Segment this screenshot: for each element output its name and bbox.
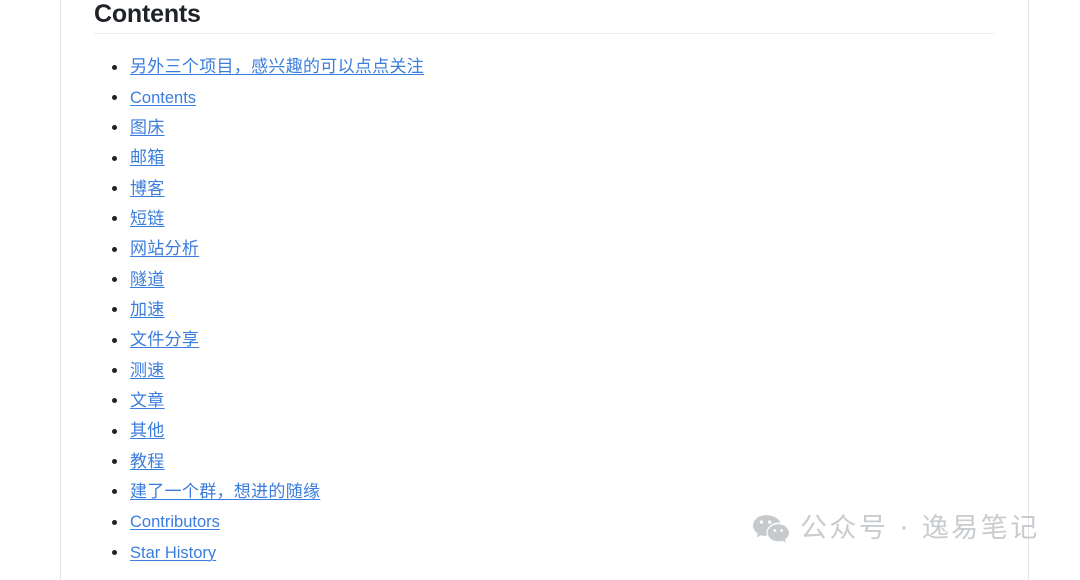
bullet-icon (112, 64, 117, 70)
list-item: 其他 (94, 416, 994, 446)
toc-link-9[interactable]: 文件分享 (130, 330, 199, 350)
list-item: 文章 (94, 386, 994, 416)
bullet-icon (112, 125, 117, 131)
toc-link-16[interactable]: Star History (130, 543, 216, 563)
page-frame: Contents 另外三个项目，感兴趣的可以点点关注 Contents 图床 邮… (0, 0, 1080, 580)
toc-link-13[interactable]: 教程 (130, 452, 165, 472)
toc-link-5[interactable]: 短链 (130, 209, 165, 229)
list-item: 另外三个项目，感兴趣的可以点点关注 (94, 52, 994, 82)
bullet-icon (112, 428, 117, 434)
list-item: 邮箱 (94, 143, 994, 173)
toc-link-4[interactable]: 博客 (130, 179, 165, 199)
toc-link-8[interactable]: 加速 (130, 300, 165, 320)
bullet-icon (112, 519, 117, 525)
list-item: 网站分析 (94, 234, 994, 264)
toc-link-3[interactable]: 邮箱 (130, 148, 165, 168)
toc-link-14[interactable]: 建了一个群，想进的随缘 (130, 482, 320, 502)
bullet-icon (112, 246, 117, 252)
bullet-icon (112, 155, 117, 161)
list-item: 隧道 (94, 264, 994, 294)
list-item: Contents (94, 82, 994, 112)
toc-link-12[interactable]: 其他 (130, 421, 165, 441)
list-item: 教程 (94, 446, 994, 476)
viewport-right-rule (1028, 0, 1029, 580)
toc-link-1[interactable]: Contents (130, 88, 196, 108)
bullet-icon (112, 550, 117, 556)
bullet-icon (112, 368, 117, 374)
bullet-icon (112, 459, 117, 465)
list-item: 图床 (94, 113, 994, 143)
bullet-icon (112, 186, 117, 192)
bullet-icon (112, 307, 117, 313)
list-item: 测速 (94, 355, 994, 385)
readme-content-column: Contents 另外三个项目，感兴趣的可以点点关注 Contents 图床 邮… (61, 0, 1028, 580)
toc-link-2[interactable]: 图床 (130, 118, 165, 138)
toc-link-6[interactable]: 网站分析 (130, 239, 199, 259)
list-item: 建了一个群，想进的随缘 (94, 477, 994, 507)
toc-link-0[interactable]: 另外三个项目，感兴趣的可以点点关注 (130, 57, 424, 77)
table-of-contents-list: 另外三个项目，感兴趣的可以点点关注 Contents 图床 邮箱 博客 短链 网… (94, 52, 994, 568)
list-item: 博客 (94, 173, 994, 203)
toc-link-15[interactable]: Contributors (130, 512, 220, 532)
list-item: Star History (94, 538, 994, 568)
toc-link-10[interactable]: 测速 (130, 361, 165, 381)
bullet-icon (112, 489, 117, 495)
bullet-icon (112, 398, 117, 404)
list-item: 短链 (94, 204, 994, 234)
page-title: Contents (94, 0, 201, 28)
toc-link-7[interactable]: 隧道 (130, 270, 165, 290)
list-item: 文件分享 (94, 325, 994, 355)
bullet-icon (112, 337, 117, 343)
bullet-icon (112, 95, 117, 101)
toc-link-11[interactable]: 文章 (130, 391, 165, 411)
bullet-icon (112, 277, 117, 283)
bullet-icon (112, 216, 117, 222)
list-item: 加速 (94, 295, 994, 325)
heading-divider (94, 33, 995, 34)
list-item: Contributors (94, 507, 994, 537)
